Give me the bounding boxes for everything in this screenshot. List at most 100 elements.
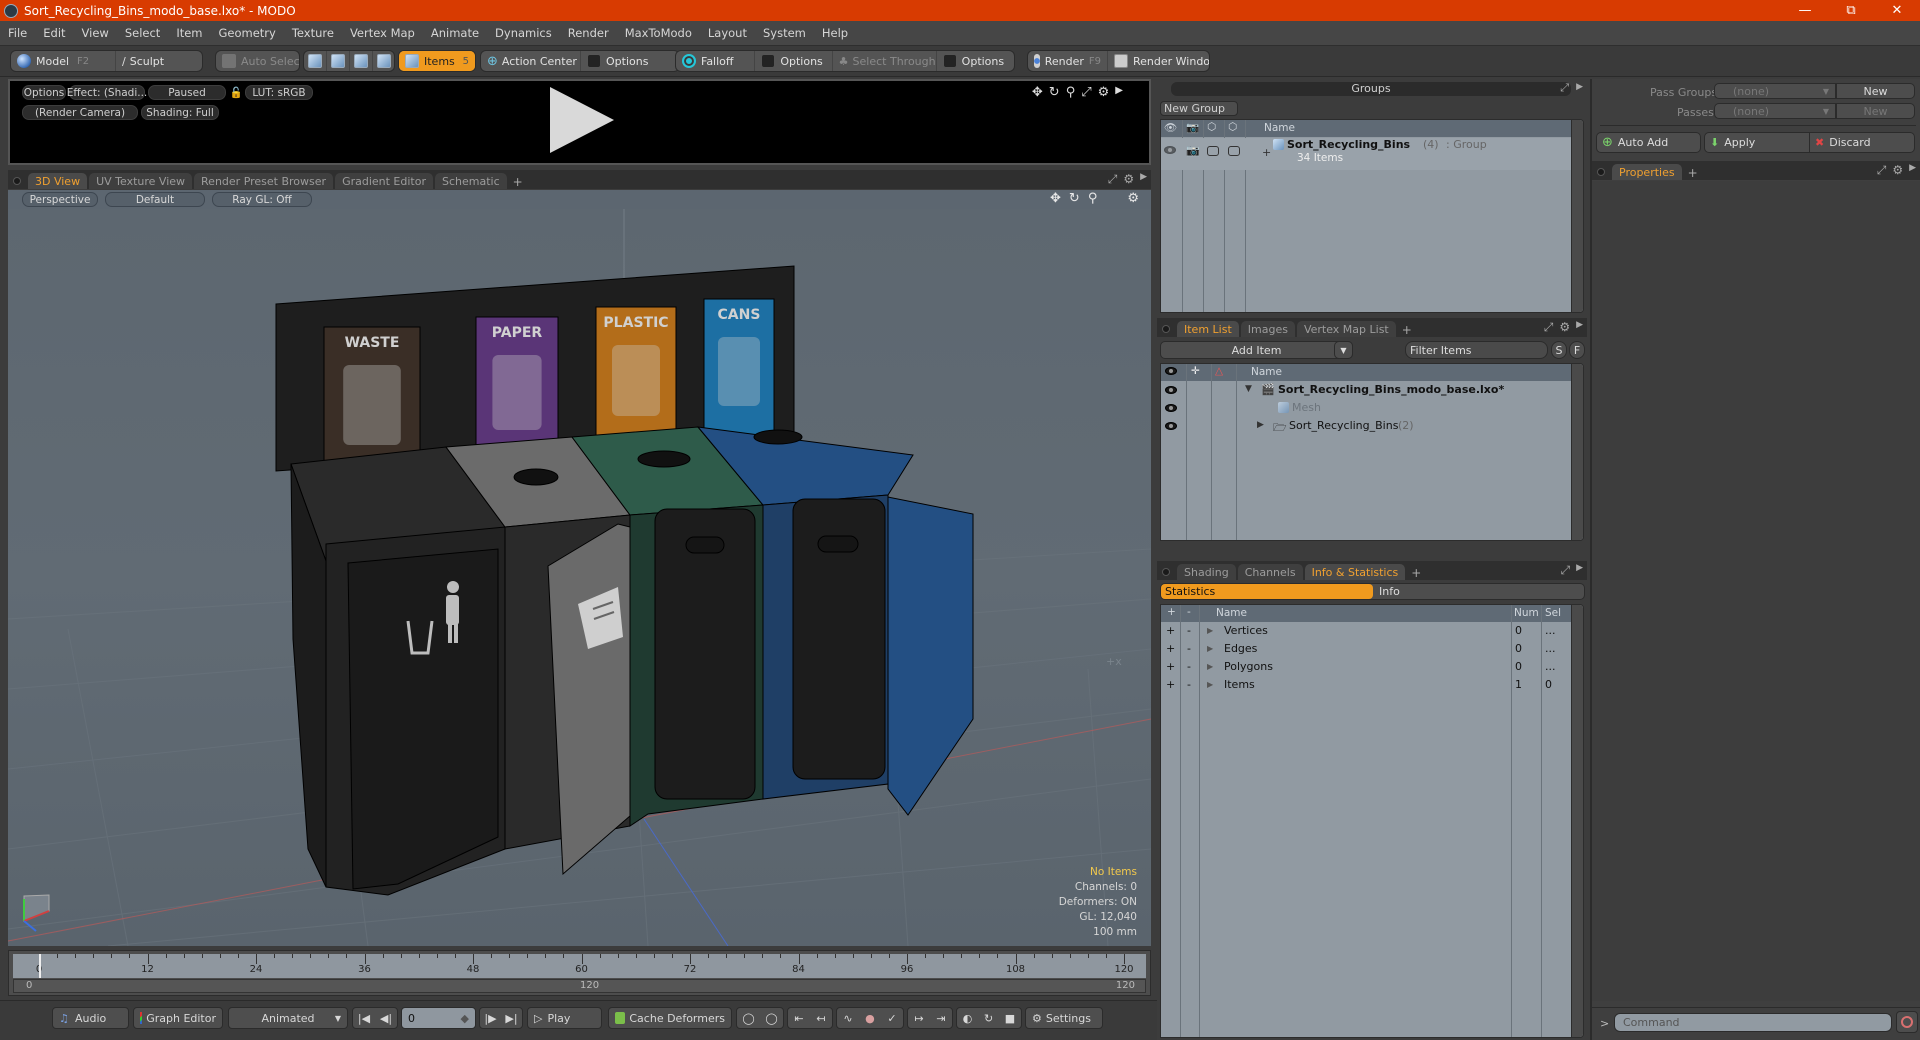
menu-edit[interactable]: Edit (35, 26, 73, 40)
item-row-scene[interactable]: ▼ 🎬 Sort_Recycling_Bins_modo_base.lxo* (1161, 382, 1571, 400)
statistics-row[interactable]: + - ▶ Items 1 0 (1161, 677, 1571, 695)
previous-key-icon[interactable]: ◀| (380, 1012, 392, 1025)
passes-dropdown[interactable]: (none) ▼ (1714, 103, 1836, 119)
menu-help[interactable]: Help (814, 26, 856, 40)
gear-icon[interactable]: ⚙ (1098, 85, 1110, 100)
add-button[interactable]: + (1166, 678, 1175, 691)
apply-button[interactable]: ⬇ Apply (1705, 133, 1810, 152)
prev-key-icon[interactable]: ⇤ (794, 1012, 803, 1025)
shading-dropdown[interactable]: Shading: Full (141, 105, 219, 120)
maximize-icon[interactable]: ⤢ (1544, 320, 1554, 335)
item-row-group[interactable]: ▶ 🗁 Sort_Recycling_Bins (2) (1161, 418, 1571, 436)
groups-scrollbar[interactable] (1571, 120, 1583, 312)
tab-render-preset-browser[interactable]: Render Preset Browser (194, 173, 334, 189)
polygons-mode-button[interactable] (350, 51, 373, 71)
next-key2-icon[interactable]: ⇥ (936, 1012, 945, 1025)
arrow-right-icon[interactable]: ▶ (1140, 172, 1147, 187)
arrow-right-icon[interactable]: ▶ (1115, 85, 1123, 100)
render-toggle[interactable]: 📷 (1186, 144, 1200, 157)
menu-select[interactable]: Select (117, 26, 168, 40)
menu-animate[interactable]: Animate (423, 26, 487, 40)
add-button[interactable]: + (1166, 624, 1175, 637)
arrow-right-icon[interactable]: ▶ (1909, 163, 1916, 178)
key-up-icon[interactable]: ◯ (742, 1012, 754, 1025)
arrow-right-icon[interactable]: ▶ (1576, 563, 1583, 578)
statistics-row[interactable]: + - ▶ Polygons 0... (1161, 659, 1571, 677)
visibility-toggle[interactable] (1165, 422, 1177, 430)
add-tab-button[interactable]: + (1398, 323, 1416, 337)
discard-button[interactable]: ✖ Discard (1810, 133, 1914, 152)
visibility-toggle[interactable] (1165, 404, 1177, 412)
remove-button[interactable]: - (1187, 660, 1191, 673)
tab-3d-view[interactable]: 3D View (28, 173, 88, 189)
style-dropdown[interactable]: Default (105, 192, 205, 207)
statistics-row[interactable]: + - ▶ Vertices 0... (1161, 623, 1571, 641)
menu-maxtomodo[interactable]: MaxToModo (617, 26, 700, 40)
tab-item-list[interactable]: Item List (1177, 321, 1239, 337)
3d-viewport[interactable]: +x WASTE PAPER PLASTIC CANS No Items Cha… (8, 209, 1151, 946)
expand-icon[interactable]: ▶ (1207, 626, 1213, 635)
restore-button[interactable]: ⧉ (1828, 0, 1874, 21)
play-button[interactable]: ▷ Play (527, 1007, 602, 1029)
next-key-icon[interactable]: |▶ (484, 1012, 496, 1025)
select-through-options-button[interactable]: Options (937, 51, 1014, 71)
subtab-info[interactable]: Info (1379, 584, 1400, 599)
tab-info-statistics[interactable]: Info & Statistics (1304, 564, 1406, 580)
add-tab-button[interactable]: + (509, 175, 527, 189)
zoom-icon[interactable]: ⚲ (1066, 85, 1076, 100)
close-button[interactable]: ✕ (1874, 0, 1920, 21)
menu-dynamics[interactable]: Dynamics (487, 26, 560, 40)
render-button[interactable]: Render F9 (1028, 51, 1108, 71)
paused-button[interactable]: Paused (148, 85, 226, 100)
statistics-row[interactable]: + - ▶ Edges 0... (1161, 641, 1571, 659)
gear-icon[interactable]: ⚙ (1127, 191, 1139, 206)
filter-f-button[interactable]: F (1569, 341, 1585, 359)
cache-deformers-button[interactable]: Cache Deformers (608, 1007, 732, 1029)
item-row-mesh[interactable]: Mesh (1161, 400, 1571, 418)
lock-icon[interactable]: 🔓 (229, 85, 243, 100)
maximize-icon[interactable]: ⤢ (1108, 172, 1118, 187)
stepper-icon[interactable]: ◆ (461, 1012, 469, 1025)
vertices-mode-button[interactable] (304, 51, 327, 71)
add-button[interactable]: + (1166, 642, 1175, 655)
items-mode-button[interactable]: Items 5 (399, 51, 475, 71)
remove-button[interactable]: - (1187, 642, 1191, 655)
menu-view[interactable]: View (74, 26, 117, 40)
rotate-icon[interactable]: ↻ (1049, 85, 1060, 100)
go-to-start-icon[interactable]: |◀ (358, 1012, 370, 1025)
statistics-scrollbar[interactable] (1571, 605, 1583, 1037)
channel-tool1-icon[interactable]: ◐ (963, 1012, 973, 1025)
remove-button[interactable]: - (1187, 678, 1191, 691)
menu-vertex-map[interactable]: Vertex Map (342, 26, 423, 40)
gear-icon[interactable]: ⚙ (1892, 163, 1903, 178)
menu-texture[interactable]: Texture (284, 26, 342, 40)
render-window-button[interactable]: Render Window (1108, 51, 1209, 71)
materials-mode-button[interactable] (373, 51, 394, 71)
prev-frame-icon[interactable]: ↤ (816, 1012, 825, 1025)
timeline-range[interactable]: 0 120 120 (13, 979, 1146, 993)
filter-items-input[interactable]: Filter Items (1405, 341, 1548, 359)
zoom-icon[interactable]: ⚲ (1088, 191, 1098, 206)
channel-tool2-icon[interactable]: ↻ (984, 1012, 993, 1025)
auto-key-icon[interactable]: ✓ (887, 1012, 896, 1025)
key-down-icon[interactable]: ◯ (765, 1012, 777, 1025)
frame-input[interactable]: 0 ◆ (401, 1007, 476, 1029)
projection-dropdown[interactable]: Perspective (22, 192, 98, 207)
gear-icon[interactable]: ⚙ (1559, 320, 1570, 335)
gear-icon[interactable]: ⚙ (1123, 172, 1134, 187)
render-camera-dropdown[interactable]: (Render Camera) (22, 105, 138, 120)
playhead[interactable] (39, 954, 41, 978)
arrow-right-icon[interactable]: ▶ (1576, 320, 1583, 335)
menu-layout[interactable]: Layout (700, 26, 755, 40)
minimize-button[interactable]: — (1782, 0, 1828, 21)
menu-file[interactable]: File (0, 26, 35, 40)
tab-schematic[interactable]: Schematic (435, 173, 507, 189)
auto-select-button[interactable]: Auto Select (216, 51, 299, 71)
edges-mode-button[interactable] (327, 51, 350, 71)
go-to-end-icon[interactable]: ▶| (505, 1012, 517, 1025)
cans-bin-door[interactable] (887, 496, 974, 816)
expand-icon[interactable]: ▶ (1207, 680, 1213, 689)
falloff-options-button[interactable]: Options (755, 51, 833, 71)
lock-toggle[interactable] (1207, 146, 1219, 156)
sculpt-button[interactable]: ∕ Sculpt (116, 51, 170, 71)
